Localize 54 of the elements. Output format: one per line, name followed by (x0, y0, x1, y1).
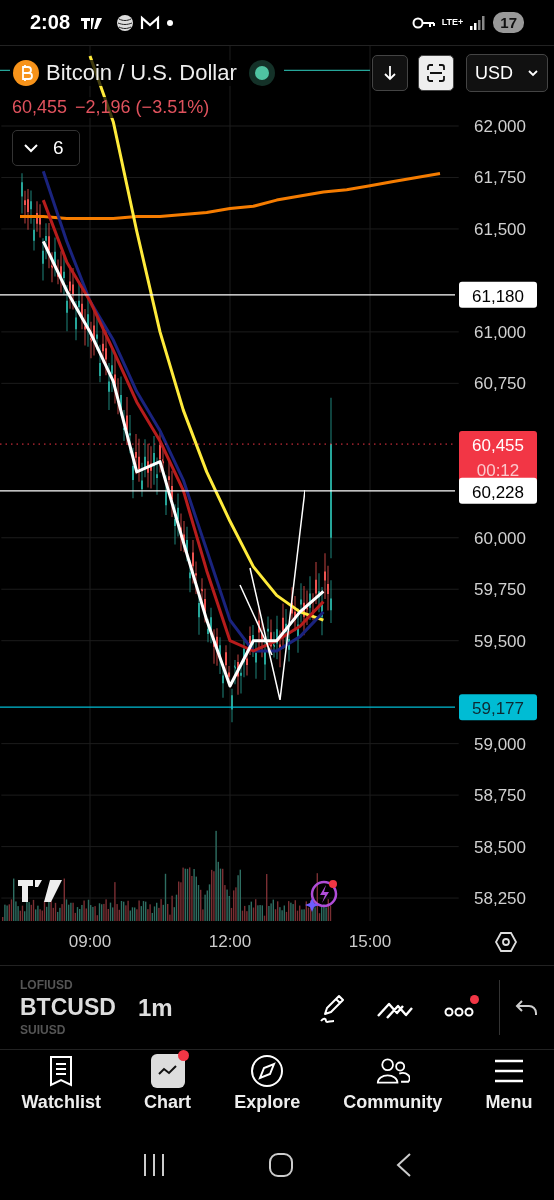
compass-icon (250, 1054, 285, 1088)
time-axis-label: 12:00 (207, 932, 253, 952)
price-axis-label: 58,250 (474, 889, 526, 909)
bitcoin-icon (12, 59, 40, 87)
download-button[interactable] (372, 55, 408, 91)
price-axis-label: 59,000 (474, 734, 526, 754)
last-price: 60,455 (12, 97, 68, 118)
arrow-down-icon (382, 64, 398, 82)
horizontal-line[interactable] (0, 69, 371, 71)
ref-line-label: 59,177 (472, 699, 524, 719)
indicators-toggle[interactable]: 6 (12, 130, 80, 166)
price-label: 61,180 (459, 281, 537, 308)
currency-dropdown[interactable]: USD (466, 54, 548, 92)
price-change: −2,196 (−3.51%) (75, 97, 210, 118)
key-icon (411, 15, 436, 30)
chevron-down-icon (23, 143, 39, 153)
globe-icon (116, 13, 135, 32)
price-axis-label: 59,500 (474, 631, 526, 651)
status-time: 2:08 (30, 11, 71, 34)
settings-icon[interactable] (494, 930, 518, 954)
nav-tab[interactable]: Explore (234, 1054, 301, 1130)
battery-level: 17 (493, 12, 524, 33)
home-button[interactable] (268, 1152, 294, 1178)
price-axis-label: 60,750 (474, 374, 526, 394)
ref-line-label: 61,180 (472, 286, 524, 306)
symbol-title[interactable]: Bitcoin / U.S. Dollar (46, 60, 237, 86)
notification-dot-icon (166, 18, 175, 27)
price-axis-label: 61,000 (474, 322, 526, 342)
more-button[interactable] (443, 996, 477, 1019)
ref-line-label: 60,228 (472, 482, 524, 502)
symbol-item[interactable]: BTCUSD (20, 994, 116, 1021)
time-axis-label: 15:00 (347, 932, 393, 952)
nav-tab[interactable]: Chart (144, 1054, 191, 1130)
fullscreen-button[interactable] (418, 55, 454, 91)
time-axis-label: 09:00 (67, 932, 113, 952)
price-axis-label: 62,000 (474, 117, 526, 136)
price-axis-label: 58,500 (474, 837, 526, 857)
price-axis-label: 61,750 (474, 168, 526, 188)
interval-button[interactable]: 1m (138, 993, 173, 1022)
nav-tab[interactable]: Community (343, 1054, 443, 1130)
price-axis-label: 61,500 (474, 219, 526, 239)
ref-line-label: 60,455 (472, 436, 524, 456)
price-label: 60,228 (459, 477, 537, 504)
price-label: 59,177 (459, 694, 537, 721)
price-axis-label: 60,000 (474, 528, 526, 548)
nav-tab[interactable]: Watchlist (21, 1054, 101, 1130)
price-axis-label: 58,750 (474, 786, 526, 806)
nav-tab[interactable]: Menu (485, 1054, 533, 1130)
frame-icon (426, 63, 446, 83)
price-axis-label: 59,750 (474, 580, 526, 600)
mail-icon (140, 14, 161, 31)
chevron-down-icon (527, 69, 539, 77)
network-label: LTE+ (441, 18, 464, 27)
signal-icon (469, 14, 488, 31)
